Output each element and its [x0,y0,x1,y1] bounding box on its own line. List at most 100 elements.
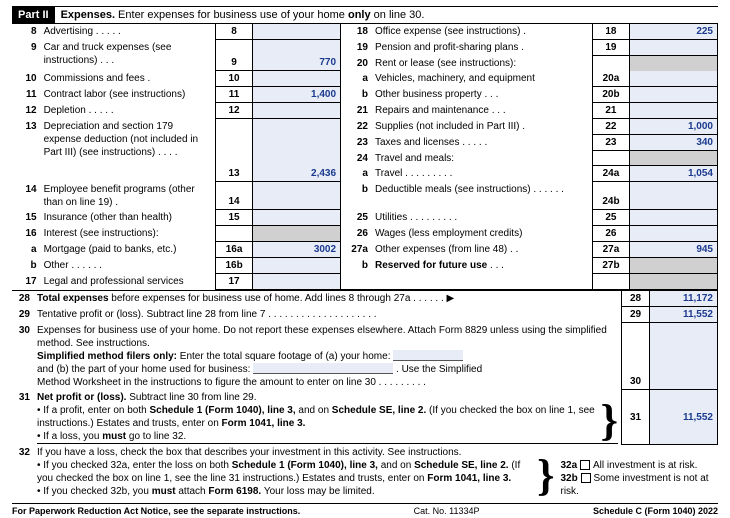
line-9-val[interactable]: 770 [252,40,340,71]
totals-grid: 28 Total expenses before expenses for bu… [12,290,718,499]
line-22-num: 22 [341,119,372,135]
line-32-desc: If you have a loss, check the box that d… [34,445,718,500]
line-12-box: 12 [216,103,252,119]
line-16b-desc: Other . . . . . . [41,258,216,274]
line-16a-num: a [12,242,41,258]
line-24b-box: 24b [593,182,629,210]
line-21-num: 21 [341,103,372,119]
line-21-val[interactable] [629,103,717,119]
line-15-box: 15 [216,210,252,226]
line-22-val[interactable]: 1,000 [629,119,717,135]
line-8-num: 8 [12,24,41,40]
line-30-sqft-a[interactable] [393,350,463,361]
line-16a-val[interactable]: 3002 [252,242,340,258]
line-29-box: 29 [622,307,650,323]
line-13-box: 13 [216,119,252,182]
line-24b-num: b [341,182,372,210]
line-30-box: 30 [622,323,650,390]
part-title: Expenses. Enter expenses for business us… [55,7,431,23]
line-27a-box: 27a [593,242,629,258]
line-23-desc: Taxes and licenses . . . . . [372,135,593,151]
line-18-desc: Office expense (see instructions) . [372,24,593,40]
line-18-num: 18 [341,24,372,40]
checkbox-32b[interactable] [581,473,591,483]
line-14-box: 14 [216,182,252,210]
line-30-num: 30 [12,323,34,390]
line-23-val[interactable]: 340 [629,135,717,151]
line-20a-num: a [341,71,372,87]
line-15-val[interactable] [252,210,340,226]
line-24a-box: 24a [593,166,629,182]
line-8-val[interactable] [252,24,340,40]
line-19-val[interactable] [629,40,717,56]
line-14-num: 14 [12,182,41,210]
line-17-box: 17 [216,274,252,290]
line-31-num: 31 [12,390,34,445]
line-25-box: 25 [593,210,629,226]
line-16b-val[interactable] [252,258,340,274]
part-header: Part II Expenses. Enter expenses for bus… [12,6,718,24]
line-20b-box: 20b [593,87,629,103]
line-11-desc: Contract labor (see instructions) [41,87,216,103]
line-12-num: 12 [12,103,41,119]
line-16a-desc: Mortgage (paid to banks, etc.) [41,242,216,258]
line-12-val[interactable] [252,103,340,119]
line-27a-val[interactable]: 945 [629,242,717,258]
line-21-desc: Repairs and maintenance . . . [372,103,593,119]
line-22-desc: Supplies (not included in Part III) . [372,119,593,135]
line-29-num: 29 [12,307,34,323]
line-11-val[interactable]: 1,400 [252,87,340,103]
line-16a-box: 16a [216,242,252,258]
line-28-desc: Total expenses before expenses for busin… [34,291,622,307]
line-30-desc: Expenses for business use of your home. … [34,323,622,390]
line-18-val[interactable]: 225 [629,24,717,40]
line-20a-box: 20a [593,71,629,87]
line-20-num: 20 [341,56,372,71]
line-31-desc: Net profit or (loss). Subtract line 30 f… [34,390,622,445]
line-30-val[interactable] [650,323,718,390]
line-8-box: 8 [216,24,252,40]
line-13-val[interactable]: 2,436 [252,119,340,182]
line-20a-val[interactable] [629,71,717,87]
line-13-num: 13 [12,119,41,182]
line-9-box: 9 [216,40,252,71]
line-24b-desc: Deductible meals (see instructions) . . … [372,182,593,210]
line-15-desc: Insurance (other than health) [41,210,216,226]
line-24a-val[interactable]: 1,054 [629,166,717,182]
line-26-val[interactable] [629,226,717,242]
line-31-val[interactable]: 11,552 [650,390,718,445]
line-27b-val [629,258,717,274]
line-28-val[interactable]: 11,172 [650,291,718,307]
line-24b-val[interactable] [629,182,717,210]
line-14-val[interactable] [252,182,340,210]
line-30-sqft-b[interactable] [253,363,393,374]
line-24a-desc: Travel . . . . . . . . . [372,166,593,182]
line-20b-num: b [341,87,372,103]
checkbox-32a[interactable] [580,460,590,470]
line-11-box: 11 [216,87,252,103]
line-27b-box: 27b [593,258,629,274]
line-29-val[interactable]: 11,552 [650,307,718,323]
line-20-desc: Rent or lease (see instructions): [372,56,593,71]
brace-icon: } [537,451,554,500]
line-27a-num: 27a [341,242,372,258]
line-20b-val[interactable] [629,87,717,103]
line-27b-num: b [341,258,372,274]
line-17-val[interactable] [252,274,340,290]
line-8-desc: Advertising . . . . . [41,24,216,40]
line-10-num: 10 [12,71,41,87]
line-16-desc: Interest (see instructions): [41,226,216,242]
line-26-box: 26 [593,226,629,242]
line-11-num: 11 [12,87,41,103]
line-12-desc: Depletion . . . . . [41,103,216,119]
line-16b-num: b [12,258,41,274]
line-28-box: 28 [622,291,650,307]
line-14-desc: Employee benefit programs (other than on… [41,182,216,210]
line-31-box: 31 [622,390,650,445]
line-22-box: 22 [593,119,629,135]
line-25-val[interactable] [629,210,717,226]
line-24-num: 24 [341,151,372,166]
part-label: Part II [12,7,55,23]
line-10-val[interactable] [252,71,340,87]
line-10-box: 10 [216,71,252,87]
